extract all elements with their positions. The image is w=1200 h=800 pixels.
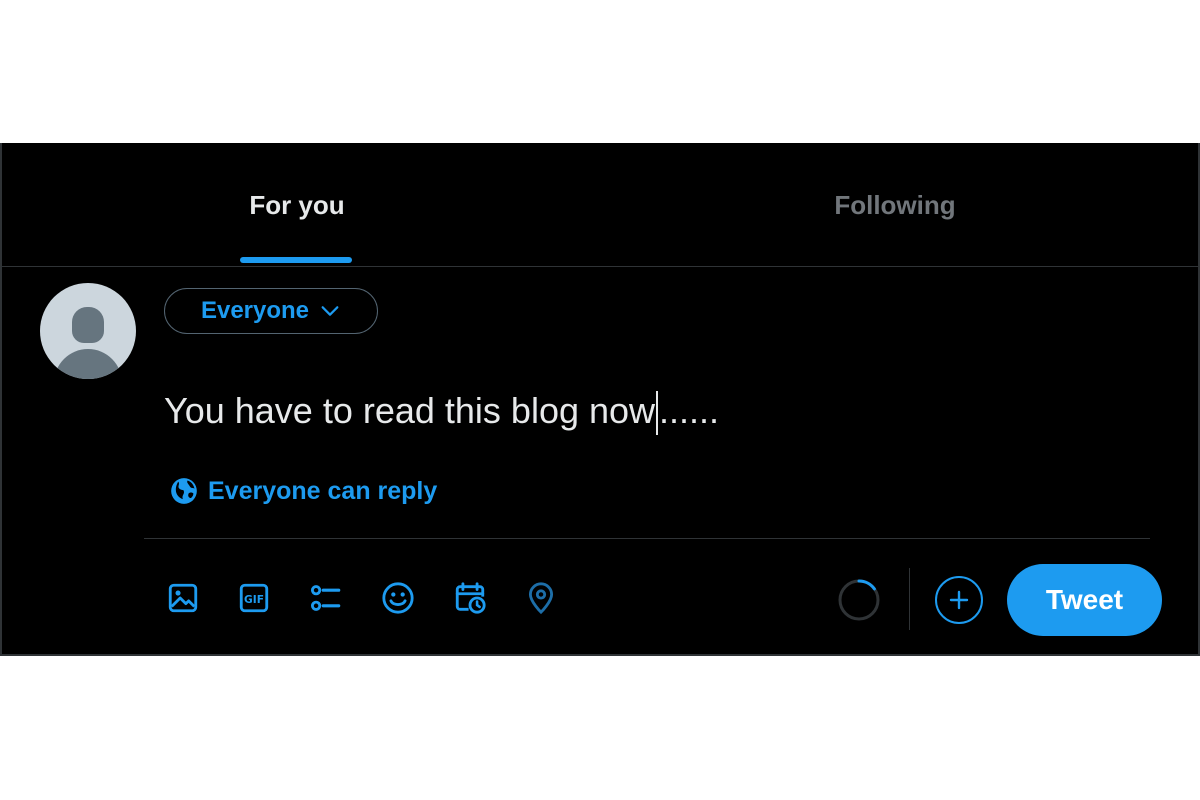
chevron-down-icon <box>321 306 339 316</box>
tab-following[interactable]: Following <box>592 143 1198 267</box>
tweet-text-before-caret: You have to read this blog now <box>164 390 656 431</box>
text-caret <box>656 391 659 436</box>
emoji-button[interactable] <box>380 580 416 616</box>
toolbar-separator <box>909 568 910 630</box>
audience-label: Everyone <box>200 297 310 324</box>
timeline-tabs: For you Following <box>2 143 1198 267</box>
schedule-icon <box>455 582 486 614</box>
active-tab-indicator <box>240 257 352 263</box>
poll-button[interactable] <box>308 580 344 616</box>
reply-setting-button[interactable]: Everyone can reply <box>170 473 437 509</box>
poll-icon <box>310 585 341 611</box>
media-button[interactable] <box>165 580 201 616</box>
tweet-button[interactable]: Tweet <box>1007 564 1162 636</box>
tab-following-label: Following <box>834 189 956 220</box>
tweet-text-after-caret: ...... <box>659 390 720 431</box>
avatar[interactable] <box>40 283 136 379</box>
audience-selector-button[interactable]: Everyone <box>164 288 378 334</box>
plus-icon <box>949 590 969 610</box>
globe-icon <box>171 478 197 504</box>
home-timeline-panel: For you Following Everyone You have to r… <box>0 143 1200 656</box>
location-icon <box>528 582 554 615</box>
tab-for-you[interactable]: For you <box>2 143 592 267</box>
gif-button[interactable]: GIF <box>236 580 272 616</box>
character-progress-ring <box>838 579 880 621</box>
location-button[interactable] <box>523 580 559 616</box>
gif-icon: GIF <box>239 583 269 613</box>
image-icon <box>168 583 198 613</box>
schedule-button[interactable] <box>452 580 488 616</box>
add-tweet-button[interactable] <box>935 576 983 624</box>
composer-divider <box>144 538 1150 539</box>
tab-for-you-label: For you <box>249 189 345 220</box>
tweet-text-input[interactable]: You have to read this blog now...... <box>164 383 1064 439</box>
svg-text:GIF: GIF <box>244 593 264 606</box>
reply-setting-label: Everyone can reply <box>208 476 438 505</box>
emoji-icon <box>382 582 414 614</box>
